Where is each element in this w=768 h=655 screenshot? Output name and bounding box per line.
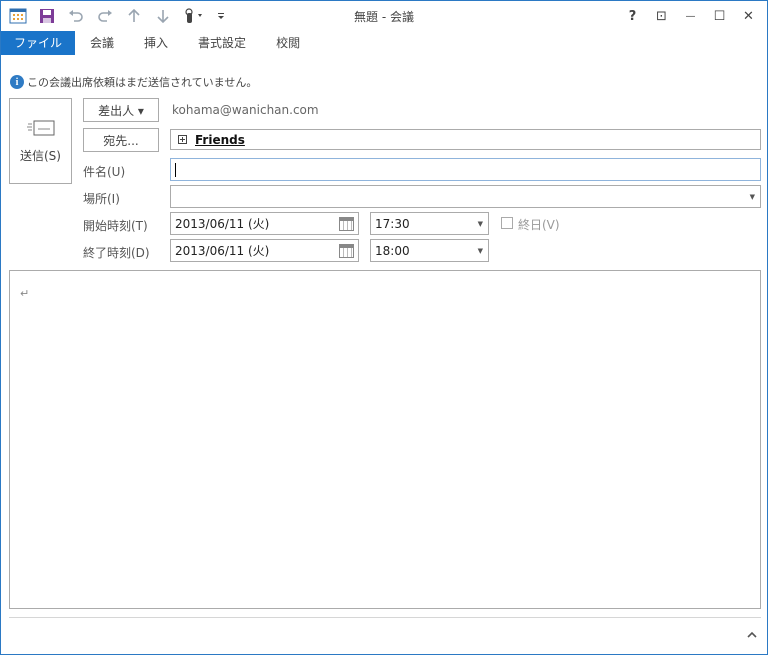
info-icon: i xyxy=(10,75,24,89)
ribbon-display-icon[interactable]: ⊡ xyxy=(647,5,676,27)
to-field[interactable]: Friends xyxy=(170,129,761,150)
chevron-down-icon[interactable]: ▼ xyxy=(478,220,483,228)
tab-insert[interactable]: 挿入 xyxy=(129,31,183,55)
subject-input[interactable] xyxy=(170,158,761,181)
info-text: この会議出席依頼はまだ送信されていません。 xyxy=(27,76,258,89)
ribbon-tabs: ファイル 会議 挿入 書式設定 校閲 xyxy=(1,31,767,55)
info-bar: i この会議出席依頼はまだ送信されていません。 xyxy=(10,74,257,90)
all-day-label: 終日(V) xyxy=(518,218,560,232)
chevron-down-icon[interactable]: ▼ xyxy=(750,193,755,201)
calendar-picker-icon[interactable] xyxy=(339,244,354,258)
to-button[interactable]: 宛先... xyxy=(83,128,159,152)
message-body[interactable]: ↵ xyxy=(9,270,761,609)
send-button[interactable]: 送信(S) xyxy=(9,98,72,184)
location-input[interactable]: ▼ xyxy=(170,185,761,208)
meeting-window: 無題 - 会議 ? ⊡ — ☐ ✕ ファイル 会議 挿入 書式設定 校閲 i こ… xyxy=(0,0,768,655)
from-value: kohama@wanichan.com xyxy=(172,103,319,117)
paragraph-mark: ↵ xyxy=(20,287,30,300)
text-caret xyxy=(175,162,176,177)
send-label: 送信(S) xyxy=(20,148,61,163)
tab-file[interactable]: ファイル xyxy=(1,31,76,55)
end-date-value: 2013/06/11 (火) xyxy=(175,244,270,258)
from-button[interactable]: 差出人 ▾ xyxy=(83,98,159,122)
start-time-value: 17:30 xyxy=(375,216,410,231)
expand-group-icon[interactable] xyxy=(178,135,187,144)
close-icon[interactable]: ✕ xyxy=(734,5,763,27)
end-time-label: 終了時刻(D) xyxy=(83,246,150,260)
help-icon[interactable]: ? xyxy=(618,5,647,27)
maximize-icon[interactable]: ☐ xyxy=(705,5,734,27)
window-controls: ? ⊡ — ☐ ✕ xyxy=(618,5,763,27)
recipient-friends[interactable]: Friends xyxy=(178,133,245,147)
tab-meeting[interactable]: 会議 xyxy=(75,31,129,55)
tab-format[interactable]: 書式設定 xyxy=(183,31,261,55)
start-date-input[interactable]: 2013/06/11 (火) xyxy=(170,212,359,235)
calendar-picker-icon[interactable] xyxy=(339,217,354,231)
subject-label: 件名(U) xyxy=(83,165,126,179)
tab-review[interactable]: 校閲 xyxy=(261,31,315,55)
divider xyxy=(9,617,761,618)
send-envelope-icon xyxy=(26,120,54,135)
end-time-value: 18:00 xyxy=(375,243,410,258)
all-day-checkbox[interactable] xyxy=(501,217,513,229)
chevron-down-icon[interactable]: ▼ xyxy=(478,247,483,255)
title-bar: 無題 - 会議 ? ⊡ — ☐ ✕ xyxy=(1,1,767,31)
start-date-value: 2013/06/11 (火) xyxy=(175,217,270,231)
start-time-input[interactable]: 17:30 ▼ xyxy=(370,212,489,235)
recipient-label: Friends xyxy=(195,132,245,147)
chevron-up-icon[interactable] xyxy=(747,629,757,642)
minimize-icon[interactable]: — xyxy=(676,5,705,27)
start-time-label: 開始時刻(T) xyxy=(83,219,148,233)
end-time-input[interactable]: 18:00 ▼ xyxy=(370,239,489,262)
location-label: 場所(I) xyxy=(83,192,120,206)
end-date-input[interactable]: 2013/06/11 (火) xyxy=(170,239,359,262)
